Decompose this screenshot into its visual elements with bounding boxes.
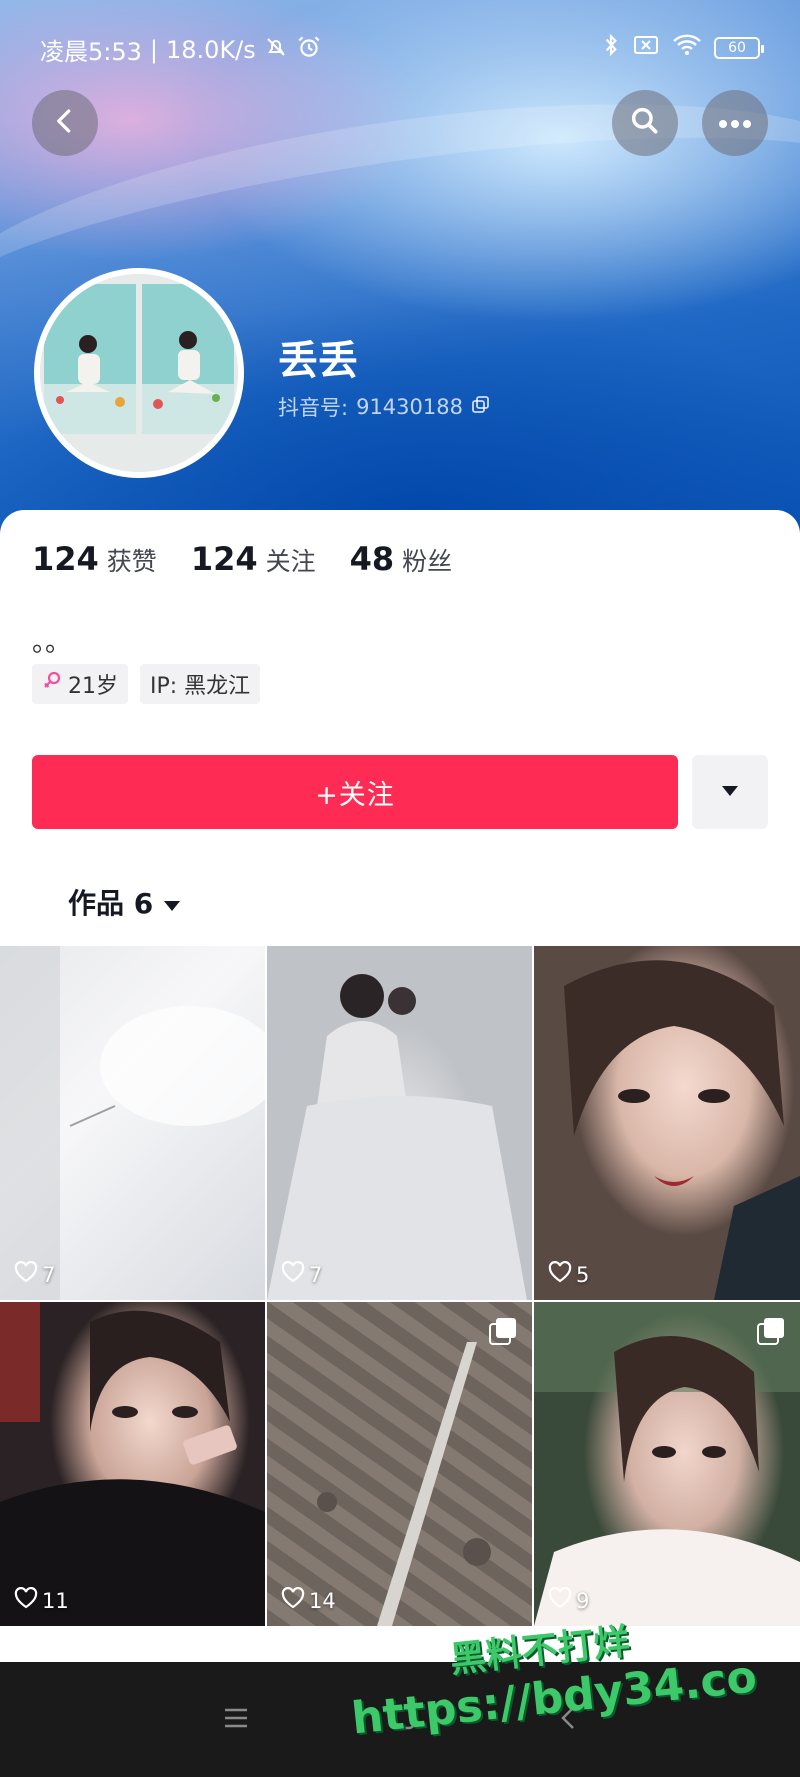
- heart-icon: [14, 1261, 38, 1288]
- video-likes: 7: [14, 1261, 55, 1288]
- recommend-dropdown-button[interactable]: [692, 755, 768, 829]
- video-likes-count: 5: [576, 1262, 590, 1287]
- profile-id: 抖音号: 91430188: [278, 392, 491, 422]
- battery-icon: 60: [714, 37, 764, 59]
- copy-icon[interactable]: [471, 395, 491, 420]
- video-likes-count: 7: [42, 1262, 56, 1287]
- video-likes: 5: [548, 1261, 589, 1288]
- more-dots-icon: [718, 114, 752, 133]
- mute-icon: [264, 35, 288, 65]
- video-tile[interactable]: 5: [534, 946, 800, 1300]
- female-icon: [42, 670, 62, 698]
- stat-followers-label: 粉丝: [402, 547, 453, 576]
- video-tile[interactable]: 9: [534, 1302, 800, 1626]
- stat-following-value: 124: [190, 540, 258, 578]
- profile-name: 丢丢: [278, 338, 358, 384]
- video-grid: 7 7 5 11 14 9: [0, 946, 800, 1626]
- heart-icon: [14, 1587, 38, 1614]
- video-thumbnail: [317, 1342, 491, 1626]
- tab-works[interactable]: 作品 6: [68, 882, 181, 922]
- multi-image-icon: [488, 1316, 518, 1350]
- menu-icon[interactable]: [222, 1706, 250, 1734]
- video-tile[interactable]: 14: [267, 1302, 532, 1626]
- tab-works-label: 作品 6: [68, 887, 154, 920]
- video-thumbnail: [564, 960, 800, 1300]
- stat-followers-value: 48: [349, 540, 395, 578]
- video-likes: 7: [281, 1261, 322, 1288]
- profile-card: 124 获赞 124 关注 48 粉丝 。。 21岁 IP: 黑龙江 +关注 作品 6: [0, 510, 800, 1670]
- video-tile[interactable]: 7: [267, 946, 532, 1300]
- heart-icon: [281, 1587, 305, 1614]
- stat-likes[interactable]: 124 获赞: [32, 540, 157, 578]
- stat-following[interactable]: 124 关注: [191, 540, 316, 578]
- heart-icon: [281, 1261, 305, 1288]
- follow-button[interactable]: +关注: [32, 755, 678, 829]
- ip-tag: IP: 黑龙江: [140, 664, 261, 704]
- stat-likes-label: 获赞: [106, 547, 157, 576]
- caret-down-icon: [163, 886, 181, 919]
- search-button[interactable]: [612, 90, 678, 156]
- profile-tags: 21岁 IP: 黑龙江: [32, 664, 261, 704]
- stat-likes-value: 124: [32, 540, 99, 578]
- profile-header: 凌晨5:53 | 18.0K/s 60 丢丢 抖音号: 91430188: [0, 0, 800, 540]
- video-tile[interactable]: 7: [0, 946, 265, 1300]
- video-thumbnail: [267, 974, 527, 1300]
- video-likes: 11: [14, 1587, 69, 1614]
- video-tile[interactable]: 11: [0, 1302, 265, 1626]
- age-tag: 21岁: [32, 664, 128, 704]
- stat-following-label: 关注: [265, 547, 316, 576]
- caret-down-icon: [720, 783, 740, 802]
- stat-followers[interactable]: 48 粉丝: [350, 540, 453, 578]
- profile-id-value: 91430188: [356, 395, 463, 419]
- age-tag-text: 21岁: [68, 674, 118, 699]
- video-thumbnail: [0, 946, 265, 1300]
- video-thumbnail: [534, 1302, 800, 1626]
- more-button[interactable]: [702, 90, 768, 156]
- bluetooth-icon: [602, 32, 620, 64]
- video-likes-count: 11: [42, 1588, 69, 1613]
- ip-tag-text: IP: 黑龙江: [150, 674, 251, 699]
- heart-icon: [548, 1587, 572, 1614]
- status-time: 凌晨5:53: [40, 38, 142, 66]
- profile-id-label: 抖音号:: [278, 396, 349, 420]
- back-button[interactable]: [32, 90, 98, 156]
- bio-text: 。。: [32, 628, 72, 658]
- video-likes: 14: [281, 1587, 336, 1614]
- video-likes: 9: [548, 1587, 589, 1614]
- video-likes-count: 14: [309, 1588, 336, 1613]
- avatar[interactable]: [34, 268, 244, 478]
- video-thumbnail: [0, 1302, 265, 1626]
- video-likes-count: 9: [576, 1588, 590, 1613]
- stats-row: 124 获赞 124 关注 48 粉丝: [32, 540, 452, 578]
- search-icon: [629, 105, 661, 141]
- video-likes-count: 7: [309, 1262, 323, 1287]
- heart-icon: [548, 1261, 572, 1288]
- multi-image-icon: [756, 1316, 786, 1350]
- battery-level: 60: [728, 40, 746, 56]
- status-speed: 18.0K/s: [166, 35, 256, 64]
- alarm-icon: [296, 34, 322, 66]
- status-divider: |: [149, 35, 158, 64]
- wifi-icon: [672, 33, 702, 63]
- status-bar: 凌晨5:53 | 18.0K/s 60: [40, 28, 764, 68]
- no-sim-icon: [632, 33, 660, 63]
- chevron-left-icon: [50, 106, 80, 140]
